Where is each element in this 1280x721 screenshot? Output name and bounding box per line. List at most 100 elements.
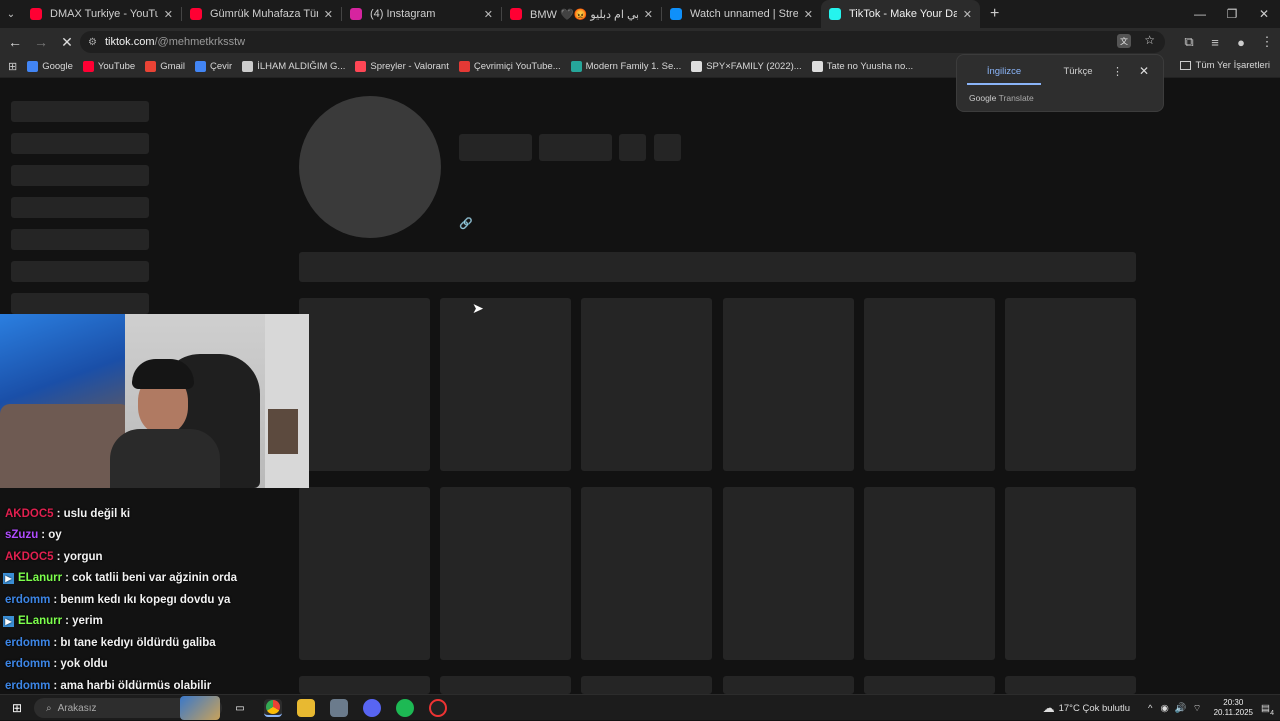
- maximize-button[interactable]: ❐: [1216, 0, 1248, 28]
- tab-close-icon[interactable]: ✕: [164, 8, 173, 21]
- bookmark-0[interactable]: Google: [27, 61, 73, 72]
- discord-icon[interactable]: [363, 699, 381, 717]
- address-bar[interactable]: ⚙ tiktok.com/@mehmetkrksstw 文 ☆: [80, 31, 1165, 53]
- video-thumbnail-placeholder[interactable]: [299, 298, 430, 471]
- notification-icon[interactable]: ▤ 4: [1261, 703, 1274, 717]
- apps-icon[interactable]: ⊞: [8, 60, 17, 73]
- chat-username[interactable]: erdomm: [5, 594, 50, 606]
- video-thumbnail-placeholder[interactable]: [440, 487, 572, 660]
- close-window-button[interactable]: ✕: [1248, 0, 1280, 28]
- chat-username[interactable]: AKDOC5: [5, 508, 54, 520]
- video-thumbnail-placeholder[interactable]: [440, 298, 572, 471]
- start-icon[interactable]: ⊞: [8, 699, 26, 717]
- back-button[interactable]: ←: [2, 29, 28, 55]
- tab-close-icon[interactable]: ✕: [324, 8, 333, 21]
- site-info-icon[interactable]: ⚙: [88, 37, 97, 48]
- volume-icon[interactable]: 🔊: [1175, 703, 1187, 714]
- clock-time: 20:30: [1223, 698, 1244, 707]
- bookmark-8[interactable]: SPY×FAMILY (2022)...: [691, 61, 802, 72]
- obs-icon[interactable]: [429, 699, 447, 717]
- video-thumbnail-placeholder[interactable]: [299, 676, 430, 694]
- media-control-icon[interactable]: ≡: [1206, 35, 1224, 50]
- link-icon[interactable]: 🔗: [459, 217, 473, 230]
- subscriber-badge-icon: ▶: [3, 572, 14, 584]
- video-thumbnail-placeholder[interactable]: [1005, 676, 1136, 694]
- extensions-icon[interactable]: ⧉: [1180, 34, 1198, 50]
- tab-close-icon[interactable]: ✕: [963, 8, 972, 21]
- bookmark-6[interactable]: Çevrimiçi YouTube...: [458, 61, 561, 72]
- tab-close-icon[interactable]: ✕: [644, 8, 653, 21]
- bookmark-9[interactable]: Tate no Yuusha no...: [811, 61, 914, 72]
- video-thumbnail-placeholder[interactable]: [863, 676, 995, 694]
- chat-username[interactable]: ELanurr: [18, 615, 62, 627]
- translate-close-icon[interactable]: ✕: [1139, 64, 1149, 78]
- target-language-tab[interactable]: Türkçe: [1041, 58, 1115, 85]
- browser-toolbar: ← → ✕ ⚙ tiktok.com/@mehmetkrksstw 文 ☆ ⧉ …: [0, 28, 1280, 56]
- video-thumbnail-placeholder[interactable]: [863, 298, 995, 471]
- profile-avatar[interactable]: ●: [1232, 35, 1250, 50]
- spotify-icon[interactable]: [396, 699, 414, 717]
- bookmark-5[interactable]: Spreyler - Valorant: [355, 61, 449, 72]
- bookmark-2[interactable]: Gmail: [145, 61, 185, 72]
- new-tab-button[interactable]: +: [990, 5, 999, 23]
- translate-options-icon[interactable]: ⋮: [1112, 65, 1123, 78]
- video-thumbnail-placeholder[interactable]: [863, 487, 995, 660]
- tab-3[interactable]: BMW 🖤😡 بي ام دبليو 🔥#bm ✕: [502, 0, 661, 28]
- video-thumbnail-placeholder[interactable]: [299, 487, 430, 660]
- tabs-placeholder: [299, 252, 1136, 282]
- notification-count: 4: [1270, 709, 1274, 717]
- video-thumbnail-placeholder[interactable]: [581, 487, 713, 660]
- chat-username[interactable]: sZuzu: [5, 529, 38, 541]
- video-thumbnail-placeholder[interactable]: [722, 676, 854, 694]
- tab-1[interactable]: Gümrük Muhafaza Türkiye 24. S ✕: [182, 0, 341, 28]
- source-language-tab[interactable]: İngilizce: [967, 58, 1041, 85]
- forward-button[interactable]: →: [28, 29, 54, 55]
- video-thumbnail-placeholder[interactable]: [722, 298, 854, 471]
- chrome-taskbar-icon[interactable]: [264, 699, 282, 717]
- app-taskbar-icon[interactable]: [330, 699, 348, 717]
- network-icon[interactable]: ◉: [1160, 703, 1168, 714]
- tab-search-icon[interactable]: ⌄: [0, 9, 22, 20]
- chat-username[interactable]: erdomm: [5, 658, 50, 670]
- tab-title: TikTok - Make Your Day: [849, 8, 957, 20]
- video-thumbnail-placeholder[interactable]: [581, 676, 713, 694]
- menu-icon[interactable]: ⋮: [1258, 34, 1276, 50]
- video-thumbnail-placeholder[interactable]: [581, 298, 713, 471]
- bookmark-3[interactable]: Çevir: [195, 61, 232, 72]
- tab-title: Watch unnamed | Streamable: [690, 8, 798, 20]
- tab-4[interactable]: Watch unnamed | Streamable ✕: [662, 0, 821, 28]
- tab-5[interactable]: TikTok - Make Your Day ✕: [821, 0, 980, 28]
- wifi-icon[interactable]: ⌔: [1193, 703, 1202, 714]
- tab-0[interactable]: DMAX Turkiye - YouTube ✕: [22, 0, 181, 28]
- sidebar-item-placeholder: [11, 293, 149, 314]
- video-thumbnail-placeholder[interactable]: [1005, 298, 1136, 471]
- stop-loading-button[interactable]: ✕: [54, 29, 80, 55]
- profile-avatar-placeholder: [299, 96, 441, 238]
- translate-icon[interactable]: 文: [1117, 34, 1131, 48]
- bookmark-4[interactable]: İLHAM ALDIĞIM G...: [242, 61, 345, 72]
- mouse-cursor-icon: ➤: [472, 300, 484, 316]
- chat-username[interactable]: erdomm: [5, 680, 50, 692]
- chat-username[interactable]: ELanurr: [18, 572, 62, 584]
- task-view-icon[interactable]: ▭: [231, 699, 249, 717]
- minimize-button[interactable]: —: [1184, 0, 1216, 28]
- video-thumbnail-placeholder[interactable]: [440, 676, 572, 694]
- video-thumbnail-placeholder[interactable]: [1005, 487, 1136, 660]
- video-thumbnail-placeholder[interactable]: [722, 487, 854, 660]
- weather-label[interactable]: 17°C Çok bulutlu: [1059, 703, 1130, 714]
- all-bookmarks-label: Tüm Yer İşaretleri: [1195, 60, 1270, 71]
- weather-icon: ☁: [1042, 701, 1055, 715]
- bookmark-label: Tate no Yuusha no...: [826, 61, 914, 72]
- tab-close-icon[interactable]: ✕: [804, 8, 813, 21]
- bookmark-1[interactable]: YouTube: [82, 61, 135, 72]
- bookmark-7[interactable]: Modern Family 1. Se...: [570, 61, 681, 72]
- chat-username[interactable]: erdomm: [5, 637, 50, 649]
- file-explorer-icon[interactable]: [297, 699, 315, 717]
- bookmark-star-icon[interactable]: ☆: [1144, 33, 1155, 47]
- taskbar-clock[interactable]: 20:30 20.11.2025: [1214, 698, 1253, 718]
- tab-2[interactable]: (4) Instagram ✕: [342, 0, 501, 28]
- chat-username[interactable]: AKDOC5: [5, 551, 54, 563]
- tray-overflow-icon[interactable]: ^: [1148, 703, 1152, 714]
- tab-close-icon[interactable]: ✕: [484, 8, 493, 21]
- all-bookmarks-folder[interactable]: Tüm Yer İşaretleri: [1179, 60, 1270, 71]
